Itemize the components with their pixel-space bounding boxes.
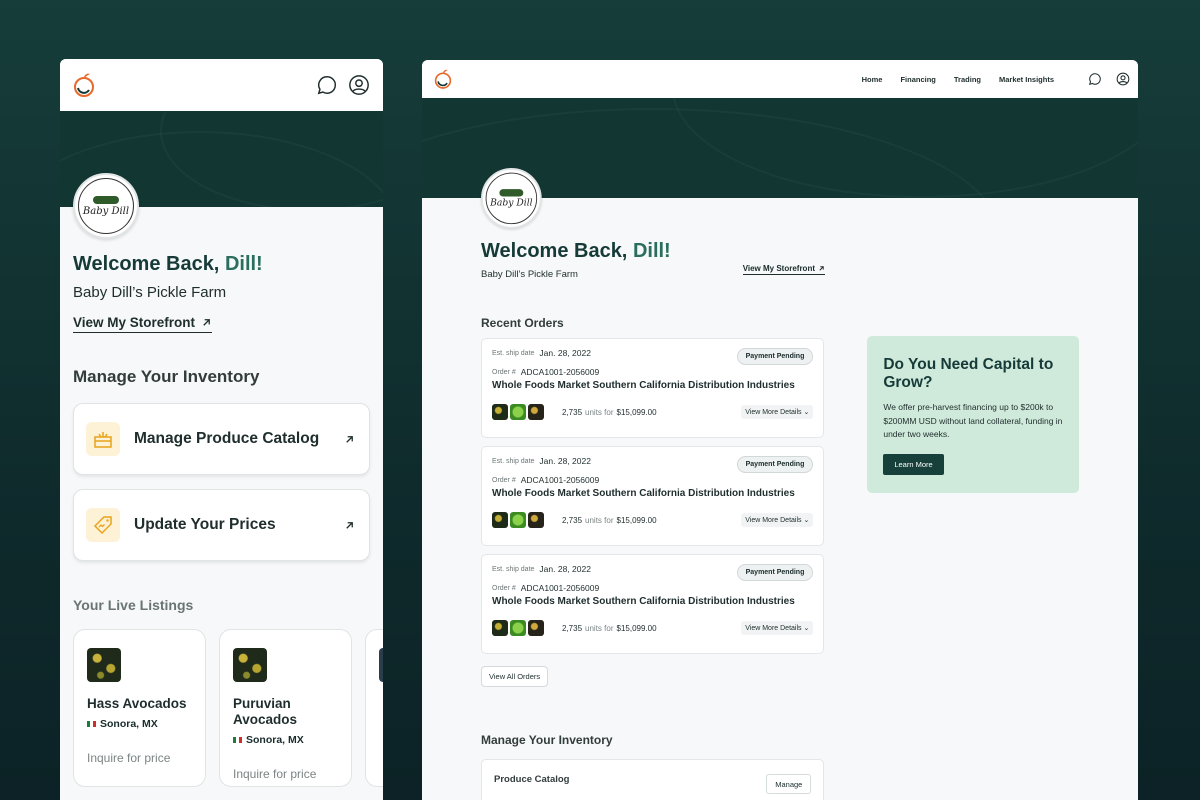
produce-thumbnail xyxy=(492,404,508,420)
view-all-orders-button[interactable]: View All Orders xyxy=(481,666,549,687)
produce-thumbnail xyxy=(492,620,508,636)
inventory-heading: Manage Your Inventory xyxy=(73,367,260,386)
farm-name: Baby Dill’s Pickle Farm xyxy=(481,269,578,280)
produce-thumbnail xyxy=(528,404,544,420)
produce-thumbnail xyxy=(87,648,121,682)
update-prices-card[interactable]: Update Your Prices xyxy=(73,489,370,561)
listing-card-partial[interactable] xyxy=(365,629,383,787)
order-card[interactable]: Est. ship date Jan. 28, 2022 Payment Pend… xyxy=(481,338,825,438)
produce-thumbnail xyxy=(510,620,526,636)
customer-name: Whole Foods Market Southern California D… xyxy=(492,596,795,607)
live-listings-heading: Your Live Listings xyxy=(73,597,194,613)
brand-logo-icon[interactable] xyxy=(434,68,452,90)
view-storefront-link[interactable]: View My Storefront xyxy=(73,315,213,333)
arrow-up-right-icon xyxy=(203,319,210,326)
crate-icon xyxy=(94,432,112,448)
nav-home[interactable]: Home xyxy=(862,75,883,84)
inventory-heading: Manage Your Inventory xyxy=(481,733,613,747)
user-name: Dill! xyxy=(632,240,671,262)
chevron-down-icon: ⌄ xyxy=(803,409,810,416)
status-badge: Payment Pending xyxy=(736,456,814,473)
logo-text: Baby Dill xyxy=(82,205,130,217)
live-listings-carousel[interactable]: Hass Avocados Sonora, MX Inquire for pri… xyxy=(73,629,383,787)
view-more-details-button[interactable]: View More Details ⌄ xyxy=(741,513,814,527)
produce-thumbnail xyxy=(492,512,508,528)
promo-body: We offer pre-harvest financing up to $20… xyxy=(883,402,1063,439)
nav-market-insights[interactable]: Market Insights xyxy=(999,75,1054,84)
chevron-down-icon: ⌄ xyxy=(803,625,810,632)
arrow-up-right-icon xyxy=(346,521,353,529)
financing-promo-card: Do You Need Capital to Grow? We offer pr… xyxy=(867,336,1079,493)
customer-name: Whole Foods Market Southern California D… xyxy=(492,488,795,499)
learn-more-button[interactable]: Learn More xyxy=(883,453,944,475)
mobile-top-bar xyxy=(60,59,383,111)
farm-avatar: Baby Dill xyxy=(481,168,542,229)
arrow-up-right-icon xyxy=(819,266,824,271)
nav-trading[interactable]: Trading xyxy=(954,75,981,84)
chat-icon[interactable] xyxy=(316,74,338,96)
produce-thumbnail xyxy=(379,648,383,682)
farm-name: Baby Dill’s Pickle Farm xyxy=(73,284,227,301)
desktop-top-bar: Home Financing Trading Market Insights xyxy=(422,60,1138,98)
recent-orders-heading: Recent Orders xyxy=(481,316,564,330)
status-badge: Payment Pending xyxy=(736,564,814,581)
nav-financing[interactable]: Financing xyxy=(900,75,935,84)
view-more-details-button[interactable]: View More Details ⌄ xyxy=(741,405,814,419)
order-card[interactable]: Est. ship date Jan. 28, 2022 Payment Pend… xyxy=(481,446,825,546)
view-more-details-button[interactable]: View More Details ⌄ xyxy=(741,621,814,635)
mexico-flag-icon xyxy=(87,721,96,727)
welcome-heading: Welcome Back, Dill! xyxy=(481,240,671,262)
mobile-screen: Baby Dill Welcome Back, Dill! Baby Dill’… xyxy=(60,59,383,800)
price-tag-icon xyxy=(93,516,112,535)
produce-thumbnail xyxy=(528,620,544,636)
order-card[interactable]: Est. ship date Jan. 28, 2022 Payment Pend… xyxy=(481,554,825,654)
produce-catalog-card: Produce Catalog Manage xyxy=(481,759,825,800)
main-nav: Home Financing Trading Market Insights xyxy=(862,75,1054,84)
view-storefront-link[interactable]: View My Storefront xyxy=(742,264,825,275)
mexico-flag-icon xyxy=(233,737,242,743)
produce-thumbnail xyxy=(510,512,526,528)
chat-icon[interactable] xyxy=(1088,72,1102,86)
profile-icon[interactable] xyxy=(1116,72,1130,86)
listing-card[interactable]: Puruvian Avocados Sonora, MX Inquire for… xyxy=(219,629,352,787)
produce-thumbnail xyxy=(528,512,544,528)
manage-produce-catalog-card[interactable]: Manage Produce Catalog xyxy=(73,403,370,475)
produce-thumbnail xyxy=(510,404,526,420)
desktop-screen: Home Financing Trading Market Insights B… xyxy=(422,60,1138,800)
produce-catalog-title: Produce Catalog xyxy=(494,774,570,785)
profile-icon[interactable] xyxy=(348,74,370,96)
status-badge: Payment Pending xyxy=(736,348,814,365)
logo-text: Baby Dill xyxy=(490,197,533,209)
listing-card[interactable]: Hass Avocados Sonora, MX Inquire for pri… xyxy=(73,629,206,787)
arrow-up-right-icon xyxy=(346,435,353,443)
user-name: Dill! xyxy=(224,253,263,275)
customer-name: Whole Foods Market Southern California D… xyxy=(492,380,795,391)
brand-logo-icon[interactable] xyxy=(73,72,95,98)
manage-catalog-button[interactable]: Manage xyxy=(766,774,812,794)
promo-title: Do You Need Capital to Grow? xyxy=(883,356,1054,391)
farm-avatar: Baby Dill xyxy=(73,173,139,239)
chevron-down-icon: ⌄ xyxy=(803,517,810,524)
produce-thumbnail xyxy=(233,648,267,682)
